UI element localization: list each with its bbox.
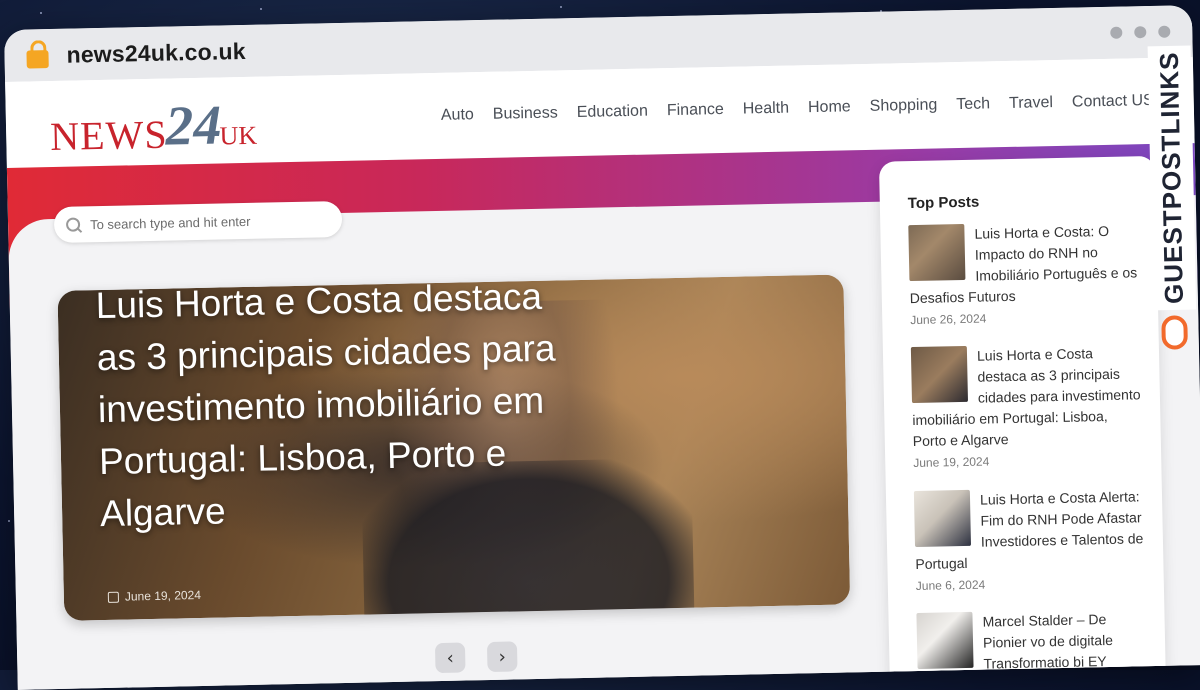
guestpostlinks-badge: GUESTPOSTLINKS	[1145, 45, 1200, 366]
search-box[interactable]	[53, 200, 343, 243]
post-thumbnail[interactable]	[910, 345, 968, 404]
post-thumbnail[interactable]	[908, 223, 966, 282]
prev-slide-button[interactable]: ‹	[434, 642, 466, 674]
window-dot-icon[interactable]	[1134, 26, 1147, 39]
featured-post-date-text: June 19, 2024	[124, 588, 202, 604]
nav-item-shopping[interactable]: Shopping	[870, 96, 938, 115]
search-input[interactable]	[87, 210, 323, 233]
nav-item-finance[interactable]: Finance	[667, 101, 724, 120]
nav-item-home[interactable]: Home	[808, 98, 851, 117]
nav-item-health[interactable]: Health	[743, 100, 790, 119]
nav-item-tech[interactable]: Tech	[956, 95, 990, 114]
logo-news-text: NEWS	[49, 111, 169, 160]
featured-post-date: June 19, 2024	[107, 588, 202, 604]
post-thumbnail[interactable]	[913, 489, 972, 548]
lock-icon	[26, 50, 49, 69]
nav-item-business[interactable]: Business	[493, 104, 558, 123]
slider-pager: ‹ ›	[434, 641, 518, 674]
logo-uk-text: UK	[219, 120, 258, 151]
window-controls	[1110, 25, 1171, 39]
nav-item-auto[interactable]: Auto	[441, 106, 474, 125]
post-thumbnail[interactable]	[916, 611, 974, 670]
sidebar-heading: Top Posts	[907, 193, 980, 213]
list-item[interactable]: Marcel Stalder – De Pionier vo de digita…	[916, 608, 1147, 676]
featured-post-title[interactable]: Luis Horta e Costa destaca as 3 principa…	[95, 274, 560, 540]
nav-item-travel[interactable]: Travel	[1009, 94, 1053, 113]
url-text[interactable]: news24uk.co.uk	[66, 37, 246, 68]
main-nav: Auto Business Education Finance Health H…	[441, 92, 1154, 125]
list-item[interactable]: Luis Horta e Costa destaca as 3 principa…	[910, 342, 1144, 470]
calendar-icon	[107, 591, 120, 603]
list-item[interactable]: Luis Horta e Costa Alerta: Fim do RNH Po…	[913, 486, 1146, 593]
search-icon	[65, 217, 81, 232]
featured-post-card[interactable]: Luis Horta e Costa destaca as 3 principa…	[57, 274, 851, 621]
site-logo[interactable]: NEWS 24 UK	[49, 83, 258, 160]
next-slide-button[interactable]: ›	[486, 641, 518, 673]
nav-item-contact[interactable]: Contact US	[1072, 92, 1154, 112]
browser-window: news24uk.co.uk NEWS 24 UK Auto Business …	[4, 5, 1200, 690]
link-icon	[1161, 315, 1188, 351]
guestpostlinks-text: GUESTPOSTLINKS	[1147, 45, 1196, 311]
list-item[interactable]: Luis Horta e Costa: O Impacto do RNH no …	[908, 220, 1140, 327]
logo-number-text: 24	[164, 94, 223, 158]
nav-item-education[interactable]: Education	[577, 103, 649, 122]
window-dot-icon[interactable]	[1110, 26, 1123, 39]
window-dot-icon[interactable]	[1158, 25, 1171, 38]
top-posts-sidebar: Top Posts Luis Horta e Costa: O Impacto …	[878, 155, 1167, 690]
